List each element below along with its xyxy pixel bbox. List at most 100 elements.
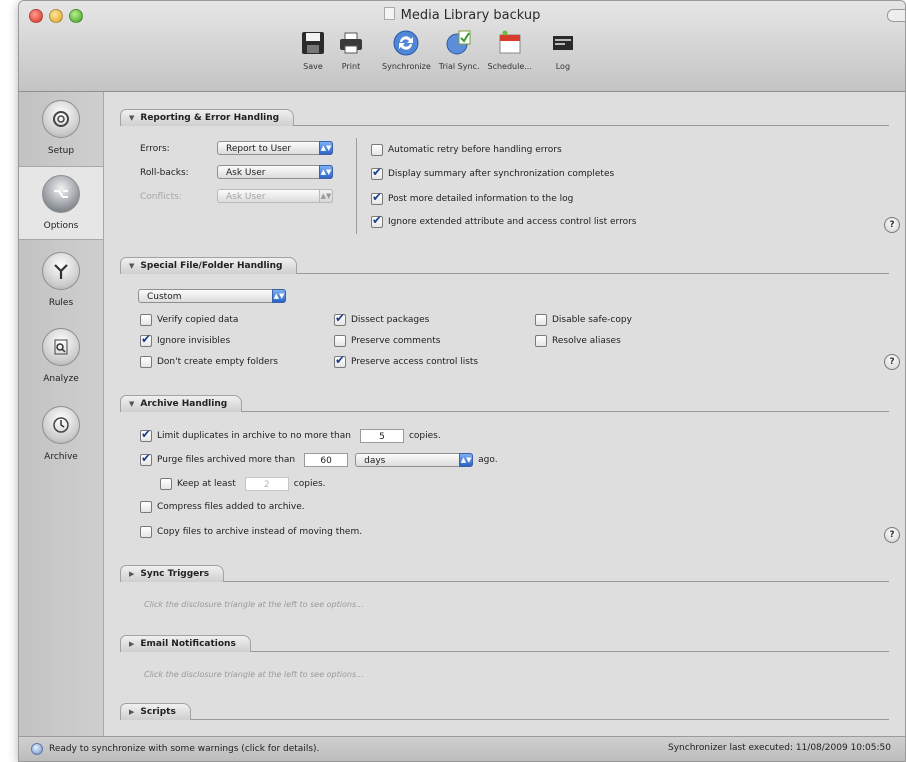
- options-panel: ▼ Reporting & Error Handling Errors: Rep…: [104, 92, 905, 737]
- checkbox[interactable]: [140, 332, 152, 347]
- sidebar-item-rules[interactable]: Rules: [19, 244, 103, 318]
- checkbox-no-empty-folders[interactable]: Don't create empty folders: [140, 356, 278, 368]
- status-bar: Ready to synchronize with some warnings …: [19, 736, 905, 761]
- keep-at-least-checkbox[interactable]: [160, 478, 172, 490]
- keep-at-least-label: Keep at least: [177, 479, 236, 489]
- toolbar-print-button[interactable]: Print: [332, 28, 370, 71]
- sidebar-item-archive[interactable]: Archive: [19, 398, 103, 472]
- select-arrows-icon: ▲▼: [319, 165, 333, 179]
- checkbox[interactable]: [334, 353, 346, 368]
- checkbox[interactable]: [371, 190, 383, 205]
- checkbox[interactable]: [334, 335, 346, 347]
- checkbox-resolve-aliases[interactable]: Resolve aliases: [535, 335, 621, 347]
- checkbox[interactable]: [535, 335, 547, 347]
- toolbar-save-label: Save: [303, 62, 323, 71]
- checkbox-dissect-packages[interactable]: Dissect packages: [334, 311, 430, 326]
- purge-suffix: ago.: [478, 455, 498, 465]
- status-message-text: Ready to synchronize with some warnings …: [49, 744, 320, 754]
- sidebar-item-options[interactable]: Options: [19, 166, 103, 240]
- checkbox-preserve-acls[interactable]: Preserve access control lists: [334, 353, 478, 368]
- checkbox[interactable]: [140, 526, 152, 538]
- rollbacks-select[interactable]: Ask User ▲▼: [217, 165, 333, 179]
- checkbox-copy-to-archive[interactable]: Copy files to archive instead of moving …: [140, 526, 362, 538]
- toolbar-schedule-label: Schedule...: [487, 62, 532, 71]
- toolbar-trial-sync-button[interactable]: Trial Sync.: [435, 28, 484, 71]
- checkbox-automatic-retry[interactable]: Automatic retry before handling errors: [371, 144, 562, 156]
- toolbar-log-button[interactable]: Log: [544, 28, 582, 71]
- printer-icon: [336, 28, 366, 58]
- purge-files-checkbox[interactable]: [140, 451, 152, 466]
- checkbox[interactable]: [371, 213, 383, 228]
- sidebar-item-analyze[interactable]: Analyze: [19, 320, 103, 394]
- section-header-reporting[interactable]: ▼ Reporting & Error Handling: [120, 109, 295, 126]
- sidebar-item-label: Analyze: [43, 374, 79, 384]
- help-button[interactable]: ?: [884, 217, 900, 233]
- special-preset-value: Custom: [147, 292, 182, 302]
- checkbox[interactable]: [334, 311, 346, 326]
- section-header-sync-triggers[interactable]: ▶ Sync Triggers: [120, 565, 225, 582]
- purge-days-input[interactable]: 60: [304, 453, 349, 467]
- select-arrows-icon: ▲▼: [319, 141, 333, 155]
- checkbox-label: Post more detailed information to the lo…: [388, 194, 574, 204]
- checkbox-ignore-attribute-errors[interactable]: Ignore extended attribute and access con…: [371, 213, 637, 228]
- archive-icon: [42, 406, 80, 444]
- sidebar-item-setup[interactable]: Setup: [19, 92, 103, 166]
- options-icon: [42, 175, 80, 213]
- special-handling-preset-select[interactable]: Custom ▲▼: [138, 289, 286, 303]
- conflicts-label: Conflicts:: [140, 192, 182, 202]
- checkbox-label: Copy files to archive instead of moving …: [157, 527, 363, 537]
- checkbox[interactable]: [140, 356, 152, 368]
- checkbox-preserve-comments[interactable]: Preserve comments: [334, 335, 440, 347]
- checkbox-post-detailed-log[interactable]: Post more detailed information to the lo…: [371, 190, 574, 205]
- checkbox-display-summary[interactable]: Display summary after synchronization co…: [371, 165, 614, 180]
- checkbox[interactable]: [140, 314, 152, 326]
- checkbox-disable-safe-copy[interactable]: Disable safe-copy: [535, 314, 632, 326]
- section-divider: [120, 719, 889, 720]
- help-button[interactable]: ?: [884, 354, 900, 370]
- toolbar-synchronize-button[interactable]: Synchronize: [378, 28, 435, 71]
- section-header-special-handling[interactable]: ▼ Special File/Folder Handling: [120, 257, 298, 274]
- toolbar-synchronize-label: Synchronize: [382, 62, 431, 71]
- status-message[interactable]: Ready to synchronize with some warnings …: [31, 743, 319, 755]
- sync-triggers-hint: Click the disclosure triangle at the lef…: [144, 600, 364, 609]
- limit-copies-input[interactable]: 5: [359, 429, 404, 443]
- checkbox-verify-copied-data[interactable]: Verify copied data: [140, 314, 238, 326]
- checkbox[interactable]: [140, 501, 152, 513]
- keep-copies-input[interactable]: 2: [244, 477, 289, 491]
- errors-select[interactable]: Report to User ▲▼: [217, 141, 333, 155]
- checkbox-label: Don't create empty folders: [157, 357, 278, 367]
- toolbar-save-button[interactable]: Save: [294, 28, 332, 71]
- select-arrows-icon: ▲▼: [319, 189, 333, 203]
- section-header-archive-handling[interactable]: ▼ Archive Handling: [120, 395, 243, 412]
- checkbox[interactable]: [371, 165, 383, 180]
- checkbox-ignore-invisibles[interactable]: Ignore invisibles: [140, 332, 230, 347]
- setup-icon: [42, 100, 80, 138]
- purge-unit-select-wrap: days ▲▼: [355, 453, 474, 467]
- email-notifications-hint: Click the disclosure triangle at the lef…: [144, 670, 364, 679]
- checkbox-compress-archive[interactable]: Compress files added to archive.: [140, 501, 305, 513]
- section-title: Special File/Folder Handling: [140, 261, 283, 271]
- checkbox-label: Dissect packages: [351, 315, 430, 325]
- checkbox[interactable]: [535, 314, 547, 326]
- archive-limit-row: Limit duplicates in archive to no more t…: [140, 427, 441, 443]
- keep-copies-suffix: copies.: [293, 479, 326, 489]
- checkbox-label: Compress files added to archive.: [157, 502, 305, 512]
- conflicts-select: Ask User ▲▼: [217, 189, 333, 203]
- purge-unit-value: days: [364, 456, 386, 466]
- help-button[interactable]: ?: [884, 527, 900, 543]
- section-header-scripts[interactable]: ▶ Scripts: [120, 703, 191, 720]
- log-icon: [548, 28, 578, 58]
- archive-keep-row: Keep at least 2 copies.: [160, 477, 326, 491]
- section-title: Scripts: [140, 707, 176, 717]
- disclosure-triangle-closed-icon: ▶: [129, 640, 135, 648]
- toolbar-schedule-button[interactable]: Schedule...: [484, 28, 536, 71]
- section-header-email-notifications[interactable]: ▶ Email Notifications: [120, 635, 251, 652]
- toolbar-toggle-button[interactable]: [887, 9, 905, 22]
- purge-unit-select[interactable]: days ▲▼: [355, 453, 474, 467]
- window-title-text: Media Library backup: [400, 8, 541, 23]
- select-arrows-icon: ▲▼: [272, 289, 286, 303]
- window-title: Media Library backup: [19, 7, 905, 23]
- checkbox[interactable]: [371, 144, 383, 156]
- limit-duplicates-checkbox[interactable]: [140, 427, 152, 442]
- calendar-icon: [495, 28, 525, 58]
